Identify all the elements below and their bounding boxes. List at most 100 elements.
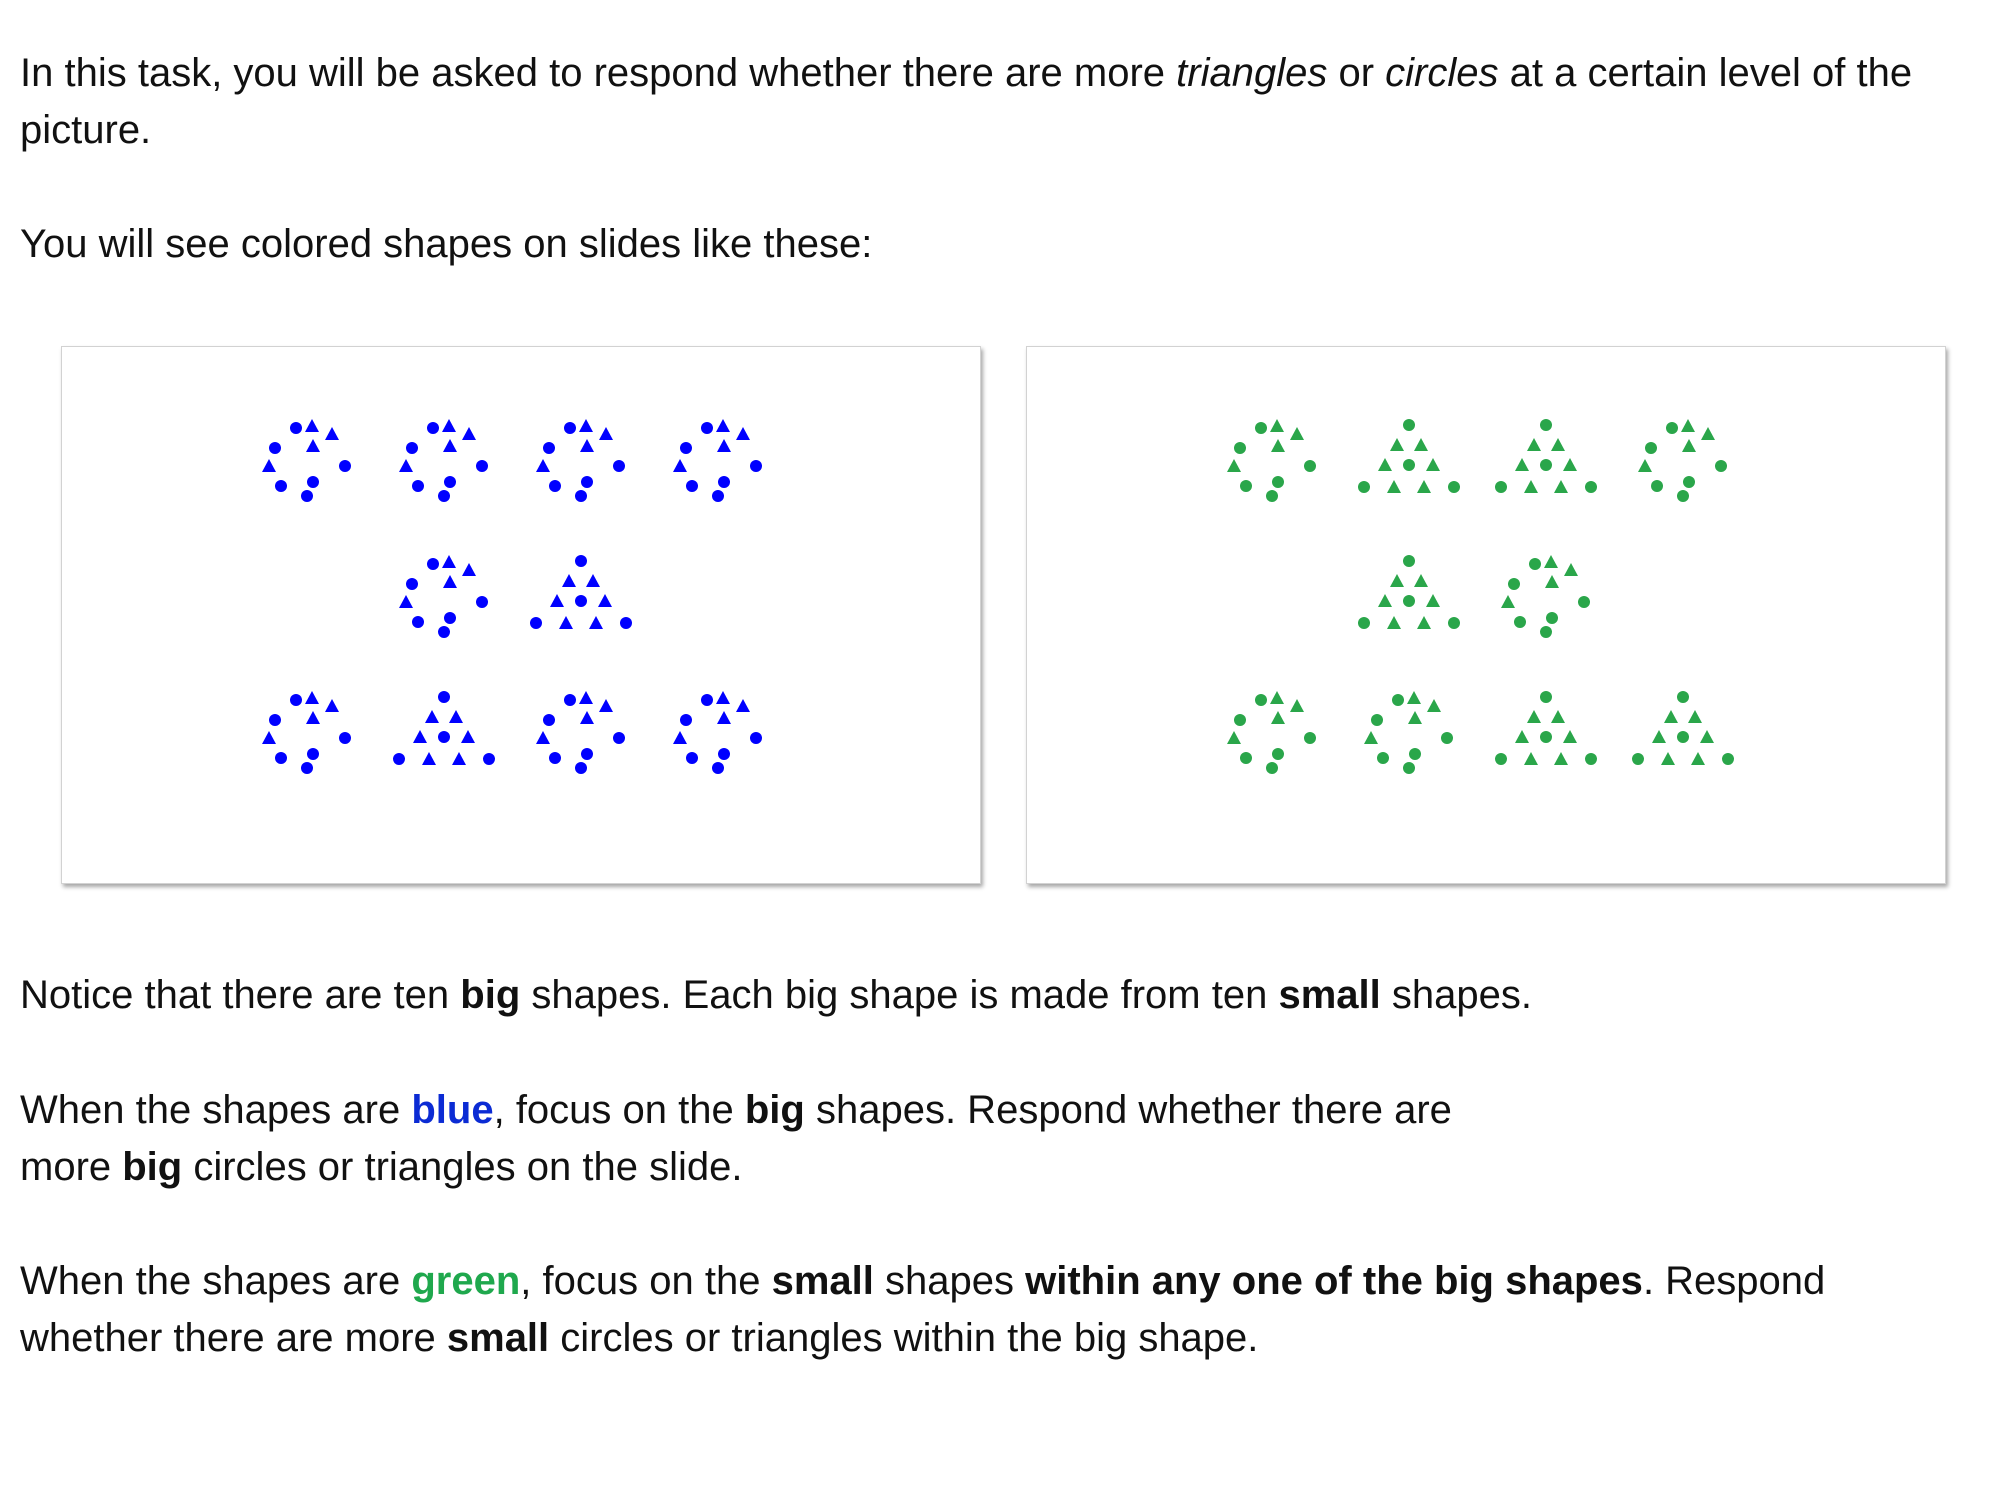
small-circle	[1272, 476, 1284, 488]
small-triangle	[1682, 439, 1696, 452]
small-circle	[476, 596, 488, 608]
big-circle	[536, 691, 625, 774]
small-triangle	[1271, 711, 1285, 724]
small-triangle	[1290, 427, 1304, 440]
big-triangle	[1495, 419, 1597, 493]
small-triangle	[1524, 480, 1538, 493]
small-circle	[427, 558, 439, 570]
small-circle	[1448, 617, 1460, 629]
small-triangle	[580, 711, 594, 724]
small-circle	[1358, 481, 1370, 493]
small-circle	[290, 694, 302, 706]
example-slide-blue	[61, 346, 981, 884]
blue-slide-canvas	[262, 419, 762, 774]
blue-rule-paragraph: When the shapes are blue, focus on the b…	[20, 1088, 1452, 1189]
small-triangle	[452, 752, 466, 765]
small-triangle	[579, 691, 593, 704]
small-circle	[1358, 617, 1370, 629]
small-circle	[444, 612, 456, 624]
small-circle	[1495, 481, 1507, 493]
small-triangle	[1364, 731, 1378, 744]
small-circle	[575, 490, 587, 502]
small-circle	[620, 617, 632, 629]
small-triangle	[443, 575, 457, 588]
small-circle	[1377, 752, 1389, 764]
small-circle	[1403, 419, 1415, 431]
small-circle	[1677, 490, 1689, 502]
small-triangle	[1378, 458, 1392, 471]
small-circle	[543, 714, 555, 726]
green-word: green	[411, 1259, 521, 1303]
small-circle	[483, 753, 495, 765]
small-circle	[1677, 731, 1689, 743]
small-circle	[701, 694, 713, 706]
small-triangle	[736, 427, 750, 440]
small-circle	[1403, 555, 1415, 567]
small-circle	[1304, 460, 1316, 472]
small-triangle	[598, 594, 612, 607]
small-circle	[1677, 691, 1689, 703]
small-circle	[530, 617, 542, 629]
big-triangle	[1495, 691, 1597, 765]
small-triangle	[580, 439, 594, 452]
small-triangle	[1271, 439, 1285, 452]
small-circle	[1304, 732, 1316, 744]
small-triangle	[1563, 730, 1577, 743]
small-triangle	[305, 419, 319, 432]
small-triangle	[443, 439, 457, 452]
notice-paragraph: Notice that there are ten big shapes. Ea…	[20, 973, 1532, 1017]
small-circle	[275, 480, 287, 492]
small-triangle	[673, 459, 687, 472]
small-circle	[1529, 558, 1541, 570]
small-circle	[564, 422, 576, 434]
small-triangle	[536, 459, 550, 472]
green-rule-paragraph: When the shapes are green, focus on the …	[20, 1259, 1826, 1360]
small-circle	[712, 762, 724, 774]
small-triangle	[325, 427, 339, 440]
big-triangle	[1632, 691, 1734, 765]
small-circle	[1540, 459, 1552, 471]
small-circle	[1578, 596, 1590, 608]
small-circle	[1514, 616, 1526, 628]
small-circle	[290, 422, 302, 434]
small-circle	[412, 480, 424, 492]
small-triangle	[1270, 691, 1284, 704]
small-triangle	[579, 419, 593, 432]
small-circle	[1240, 480, 1252, 492]
big-triangle	[1358, 555, 1460, 629]
small-triangle	[262, 731, 276, 744]
small-triangle	[413, 730, 427, 743]
small-circle	[1540, 626, 1552, 638]
small-circle	[549, 480, 561, 492]
small-triangle	[716, 419, 730, 432]
big-triangle	[1358, 419, 1460, 493]
small-circle	[581, 476, 593, 488]
small-circle	[1495, 753, 1507, 765]
big-circle	[262, 691, 351, 774]
small-triangle	[1545, 575, 1559, 588]
small-circle	[575, 555, 587, 567]
small-circle	[1683, 476, 1695, 488]
blue-word: blue	[411, 1088, 494, 1132]
small-circle	[275, 752, 287, 764]
small-circle	[444, 476, 456, 488]
small-triangle	[1387, 616, 1401, 629]
small-circle	[718, 748, 730, 760]
small-triangle	[1426, 458, 1440, 471]
small-triangle	[325, 699, 339, 712]
small-circle	[1645, 442, 1657, 454]
small-circle	[269, 442, 281, 454]
big-circle	[1227, 419, 1316, 502]
small-circle	[549, 752, 561, 764]
small-triangle	[1387, 480, 1401, 493]
small-triangle	[1527, 710, 1541, 723]
small-circle	[575, 762, 587, 774]
big-circle	[399, 419, 488, 502]
small-circle	[339, 732, 351, 744]
small-triangle	[442, 419, 456, 432]
small-triangle	[1544, 555, 1558, 568]
small-circle	[686, 480, 698, 492]
small-triangle	[589, 616, 603, 629]
small-triangle	[673, 731, 687, 744]
small-circle	[307, 476, 319, 488]
